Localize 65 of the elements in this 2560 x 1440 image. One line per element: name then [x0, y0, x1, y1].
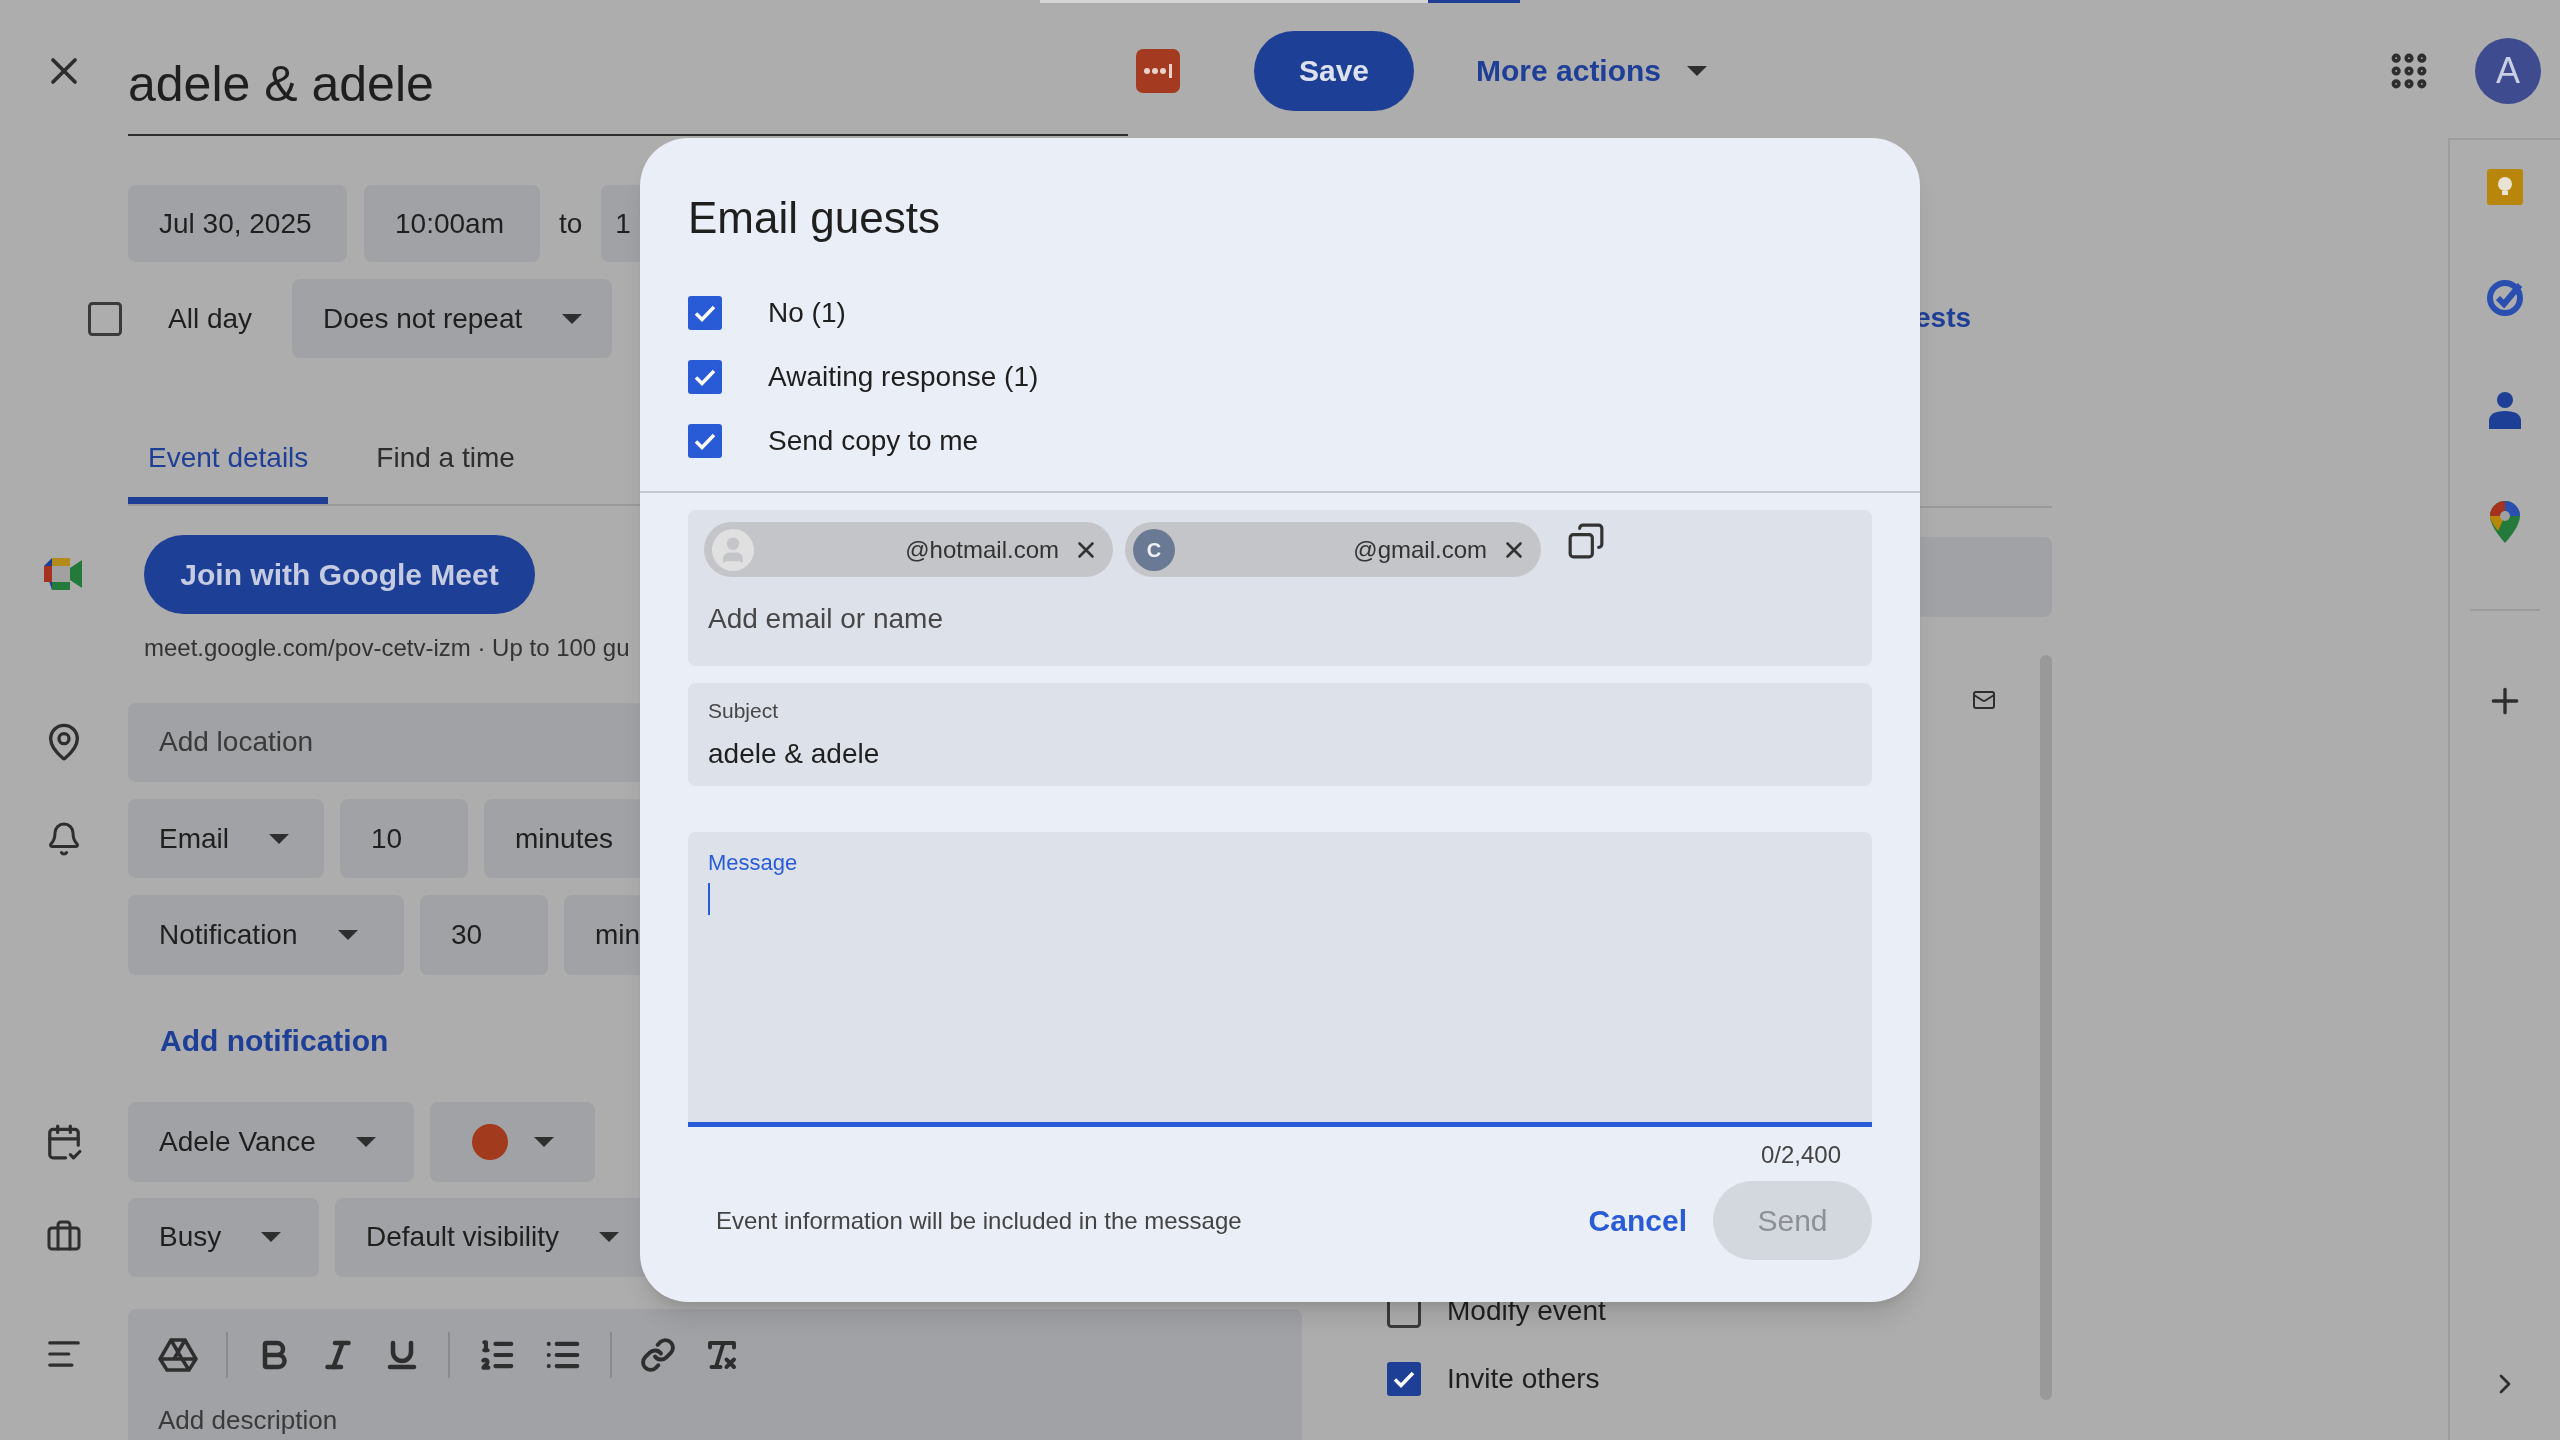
color-dropdown[interactable]	[430, 1101, 595, 1182]
cancel-button[interactable]: Cancel	[1582, 1198, 1693, 1243]
reminder-amount-field[interactable]: 30	[420, 895, 548, 975]
checkbox[interactable]	[1387, 1362, 1421, 1396]
permission-label: Modify event	[1447, 1294, 1606, 1328]
description-placeholder: Add description	[158, 1404, 339, 1438]
caret-icon	[355, 1136, 376, 1147]
checkbox[interactable]	[688, 424, 722, 458]
option-label: No (1)	[768, 296, 846, 330]
info-note: Event information will be included in the message	[716, 1205, 1242, 1236]
copy-icon[interactable]	[1567, 522, 1605, 560]
availability-dropdown[interactable]: Busy	[128, 1197, 319, 1278]
reminder-amount-field[interactable]: 10	[340, 799, 468, 879]
option-label: Send copy to me	[768, 424, 979, 458]
initial-avatar: C	[1133, 528, 1175, 571]
caret-icon	[1687, 65, 1708, 76]
calendar-dropdown[interactable]: Adele Vance	[128, 1101, 414, 1182]
meet-link-text: meet.google.com/pov-cetv-izm · Up to 100 gu	[144, 632, 630, 663]
link-icon[interactable]	[640, 1337, 676, 1374]
caret-icon	[533, 1136, 554, 1147]
tab[interactable]: Find a time	[356, 418, 535, 504]
caret-icon	[337, 929, 358, 940]
checkbox[interactable]	[88, 301, 122, 336]
recipient-email: @hotmail.com	[904, 534, 1059, 565]
date-field[interactable]: Jul 30, 2025	[128, 185, 347, 263]
message-field[interactable]: Message	[688, 832, 1872, 1127]
to-label: to	[559, 206, 583, 241]
caret-icon	[562, 313, 583, 324]
caret-icon	[598, 1232, 619, 1243]
start-time-field[interactable]: 10:00am	[364, 185, 540, 263]
character-counter: 0/2,400	[1760, 1140, 1841, 1170]
tab[interactable]: Event details	[128, 418, 329, 504]
permission-label: Invite others	[1447, 1362, 1600, 1396]
dialog-title: Email guests	[688, 192, 941, 244]
option-label: Awaiting response (1)	[768, 360, 1039, 394]
save-button[interactable]: Save	[1254, 30, 1414, 111]
checkbox[interactable]	[688, 360, 722, 394]
reminder-type-dropdown[interactable]: Email	[128, 799, 324, 879]
reminder-type-dropdown[interactable]: Notification	[128, 895, 404, 975]
person-avatar-icon	[712, 528, 754, 571]
checkbox[interactable]	[688, 296, 722, 330]
task-check-icon[interactable]	[2486, 279, 2524, 317]
all-day-label: All day	[168, 301, 253, 336]
description-editor[interactable]: Add description	[128, 1309, 1302, 1440]
title-field[interactable]: adele & adele	[128, 35, 1128, 136]
recipient-chip[interactable]: C @gmail.com	[1125, 522, 1541, 577]
calendar-icon	[45, 1122, 83, 1161]
add-recipient-input[interactable]: Add email or name	[708, 597, 1308, 641]
caret-icon	[269, 833, 289, 844]
video-camera-icon	[44, 558, 84, 591]
recipient-email: @gmail.com	[1352, 534, 1487, 565]
join-meet-button[interactable]: Join with Google Meet	[144, 534, 535, 614]
add-notification-link[interactable]: Add notification	[160, 1018, 389, 1064]
dots-icon[interactable]	[1136, 48, 1180, 93]
drive-icon[interactable]	[158, 1337, 198, 1374]
avatar[interactable]: A	[2475, 37, 2541, 104]
person-icon[interactable]	[2487, 391, 2523, 429]
repeat-dropdown[interactable]: Does not repeat	[292, 279, 613, 359]
more-actions-button[interactable]: More actions	[1476, 48, 1708, 93]
subject-field[interactable]: Subject adele & adele	[688, 683, 1872, 786]
recipient-chip[interactable]: @hotmail.com	[704, 522, 1113, 577]
map-pin-icon[interactable]	[2490, 501, 2520, 543]
caret-icon	[261, 1232, 282, 1243]
bell-icon	[46, 820, 82, 857]
lightbulb-note-icon[interactable]	[2487, 169, 2523, 205]
